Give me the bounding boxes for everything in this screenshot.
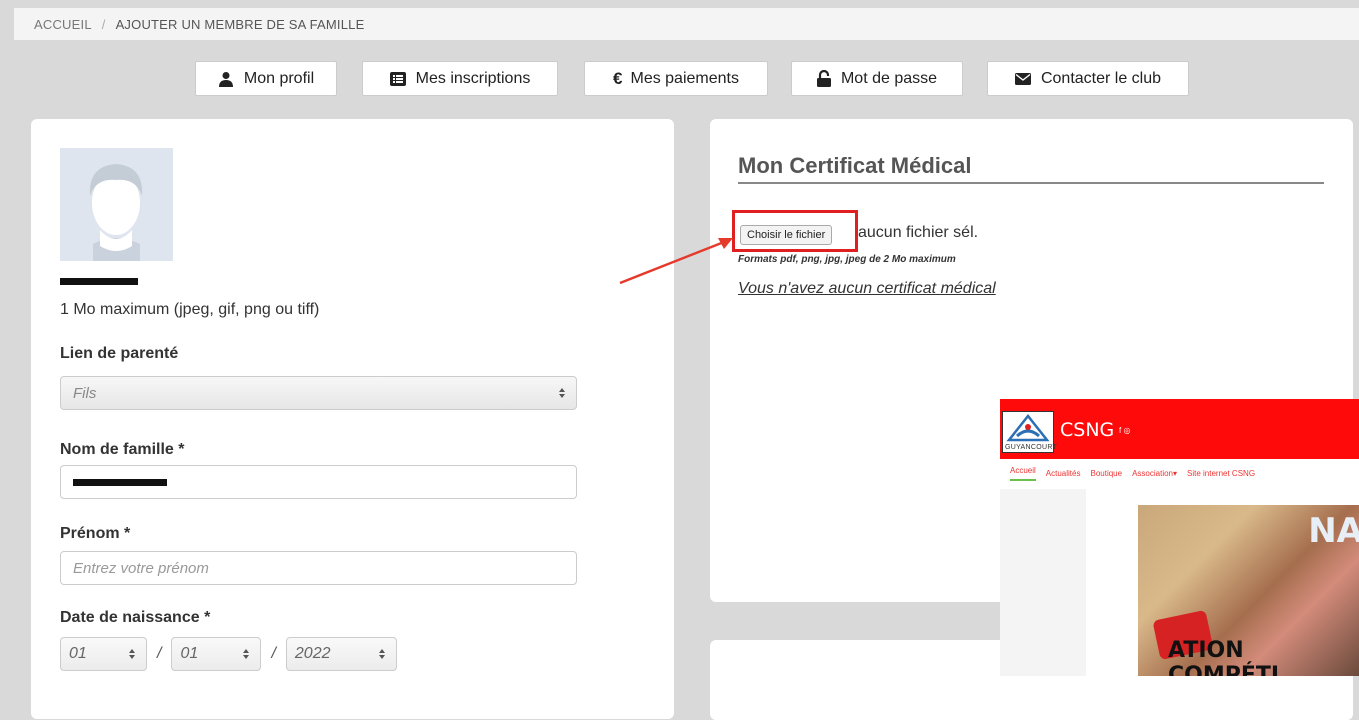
tab-mot-de-passe[interactable]: Mot de passe <box>791 61 963 96</box>
allowed-formats-note: Formats pdf, png, jpg, jpeg de 2 Mo maxi… <box>738 254 956 265</box>
tab-label: Mes inscriptions <box>415 69 531 87</box>
birth-day-select[interactable]: 01 <box>60 637 147 671</box>
date-separator: / <box>157 645 162 662</box>
photo-size-help: 1 Mo maximum (jpeg, gif, png ou tiff) <box>60 301 320 318</box>
tab-contacter-le-club[interactable]: Contacter le club <box>987 61 1189 96</box>
inset-nav-accueil[interactable]: Accueil <box>1010 466 1036 481</box>
tab-mes-paiements[interactable]: € Mes paiements <box>584 61 768 96</box>
list-icon <box>389 71 406 86</box>
default-avatar-icon <box>89 164 143 261</box>
inset-nav-boutique[interactable]: Boutique <box>1090 469 1122 478</box>
select-arrows-icon <box>559 388 565 398</box>
club-logo[interactable]: GUYANCOURT <box>1002 411 1058 453</box>
avatar[interactable] <box>60 148 173 261</box>
relation-label: Lien de parenté <box>60 345 179 362</box>
no-certificate-link[interactable]: Vous n'avez aucun certificat médical <box>738 280 996 298</box>
relation-select[interactable]: Fils <box>60 376 577 410</box>
lastname-field[interactable] <box>60 465 577 499</box>
inset-header: GUYANCOURT CSNG f ◎ <box>1000 399 1359 459</box>
firstname-placeholder: Entrez votre prénom <box>73 559 209 577</box>
swimmer-logo-icon <box>1006 413 1050 442</box>
lastname-label: Nom de famille * <box>60 441 185 458</box>
social-icons[interactable]: f ◎ <box>1119 426 1130 435</box>
photo-sign-text: NA <box>1308 511 1359 551</box>
firstname-field[interactable]: Entrez votre prénom <box>60 551 577 585</box>
certificate-title: Mon Certificat Médical <box>738 153 972 178</box>
breadcrumb-separator: / <box>101 16 106 32</box>
birth-month-value: 01 <box>180 645 199 662</box>
user-icon <box>218 71 233 87</box>
redacted-member-name <box>60 278 138 285</box>
birth-month-select[interactable]: 01 <box>171 637 262 671</box>
tab-mes-inscriptions[interactable]: Mes inscriptions <box>362 61 558 96</box>
birth-year-value: 2022 <box>294 645 331 662</box>
select-arrows-icon <box>129 649 135 659</box>
birthdate-label: Date de naissance * <box>60 609 211 626</box>
inset-site-title: CSNG <box>1060 419 1115 441</box>
date-separator: / <box>271 645 276 662</box>
annotation-highlight-box <box>732 210 858 252</box>
photo-headline: ATION COMPÉTI <box>1168 638 1280 676</box>
tab-mon-profil[interactable]: Mon profil <box>195 61 337 96</box>
tab-label: Mon profil <box>243 69 315 87</box>
no-file-selected-text: aucun fichier sél. <box>858 224 979 241</box>
member-profile-card: 1 Mo maximum (jpeg, gif, png ou tiff) Li… <box>31 119 674 719</box>
unlock-icon <box>816 70 831 87</box>
select-arrows-icon <box>243 649 250 659</box>
inset-nav: Accueil Actualités Boutique Association▾… <box>1000 459 1359 487</box>
relation-value: Fils <box>73 384 97 402</box>
redacted-lastname <box>73 478 167 486</box>
tab-label: Contacter le club <box>1040 69 1162 87</box>
inset-nav-association[interactable]: Association▾ <box>1132 469 1177 478</box>
firstname-label: Prénom * <box>60 525 131 542</box>
breadcrumb-home-link[interactable]: ACCUEIL <box>34 17 92 32</box>
birth-day-value: 01 <box>69 645 87 662</box>
swimmers-team-photo: NA ATION COMPÉTI <box>1138 505 1359 676</box>
title-divider <box>738 182 1324 184</box>
euro-icon: € <box>613 68 623 88</box>
tab-label: Mot de passe <box>840 69 938 87</box>
envelope-icon <box>1014 72 1031 85</box>
birth-year-select[interactable]: 2022 <box>285 637 397 671</box>
breadcrumb: ACCUEIL / AJOUTER UN MEMBRE DE SA FAMILL… <box>14 8 1359 40</box>
account-tab-bar: Mon profil Mes inscriptions € Mes paieme… <box>0 61 1359 97</box>
select-arrows-icon <box>378 649 385 659</box>
logo-caption: GUYANCOURT <box>1005 444 1058 451</box>
breadcrumb-current: AJOUTER UN MEMBRE DE SA FAMILLE <box>115 16 365 32</box>
birthdate-selects: 01 / 01 / 2022 <box>60 637 397 671</box>
tab-label: Mes paiements <box>630 69 739 87</box>
inset-nav-site-csng[interactable]: Site internet CSNG <box>1187 469 1255 478</box>
club-website-inset: GUYANCOURT CSNG f ◎ Accueil Actualités B… <box>1000 399 1359 676</box>
inset-sidebar <box>1000 489 1086 676</box>
inset-nav-actualites[interactable]: Actualités <box>1046 469 1081 478</box>
